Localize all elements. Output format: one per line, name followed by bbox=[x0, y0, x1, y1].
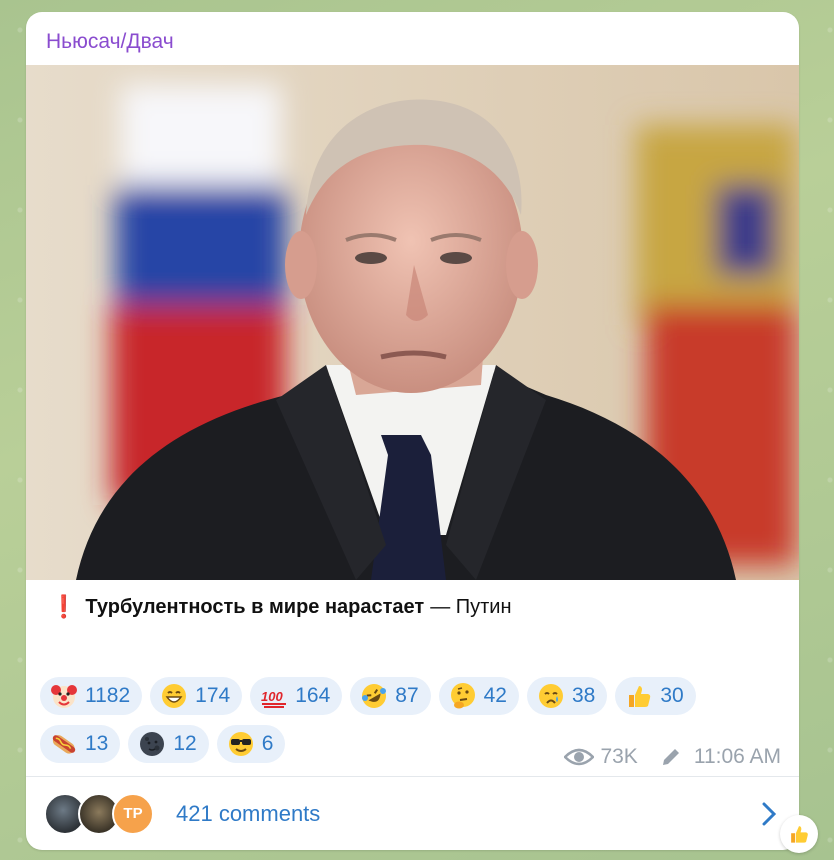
post-photo[interactable] bbox=[26, 65, 799, 580]
reaction-count: 13 bbox=[85, 732, 109, 755]
grin-icon bbox=[162, 684, 187, 708]
svg-text:100: 100 bbox=[261, 689, 283, 704]
reaction-count: 30 bbox=[660, 684, 684, 707]
reaction-count: 1182 bbox=[85, 684, 131, 707]
channel-post: Ньюсач/Двач ❗ Турбулентность в мире нара… bbox=[26, 12, 799, 850]
reaction-count: 174 bbox=[195, 684, 231, 707]
reaction-count: 38 bbox=[571, 684, 596, 707]
comments-label: 421 comments bbox=[176, 800, 321, 826]
thumbs-up-icon bbox=[629, 686, 651, 707]
views-count: 73K bbox=[600, 745, 638, 768]
post-meta: 73K 11:06 AM bbox=[564, 745, 781, 769]
reaction-count: 42 bbox=[483, 684, 507, 707]
reaction-rofl[interactable]: 87 bbox=[350, 677, 431, 715]
hundred-icon: 100 bbox=[261, 689, 287, 708]
reaction-count: 6 bbox=[261, 732, 274, 755]
reaction-clown[interactable]: 1182 bbox=[40, 677, 143, 715]
comments-button[interactable]: TP 421 comments bbox=[26, 777, 799, 850]
hotdog-icon bbox=[52, 735, 76, 754]
avatar: TP bbox=[112, 792, 154, 835]
reaction-cry[interactable]: 38 bbox=[526, 677, 608, 715]
commenter-avatars: TP bbox=[44, 791, 174, 837]
thumbs-up-icon bbox=[791, 826, 808, 843]
post-caption: ❗ Турбулентность в мире нарастает — Пути… bbox=[50, 594, 512, 620]
edited-pencil-icon bbox=[662, 749, 679, 765]
reaction-sunglasses[interactable]: 6 bbox=[216, 725, 286, 763]
thinking-icon bbox=[450, 683, 475, 709]
caption-attribution: — Путин bbox=[430, 595, 512, 618]
reaction-hundred[interactable]: 100 164 bbox=[250, 677, 343, 715]
reaction-hotdog[interactable]: 13 bbox=[40, 725, 121, 763]
chevron-right-icon bbox=[762, 802, 777, 826]
rofl-icon bbox=[362, 684, 387, 708]
quick-reaction-button[interactable] bbox=[780, 815, 818, 853]
reaction-new-moon[interactable]: 12 bbox=[128, 725, 209, 763]
caption-headline: Турбулентность в мире нарастает bbox=[85, 595, 425, 618]
reaction-thinking[interactable]: 42 bbox=[438, 677, 519, 715]
reaction-count: 164 bbox=[295, 684, 331, 707]
sunglasses-icon bbox=[228, 732, 253, 756]
post-time: 11:06 AM bbox=[693, 745, 781, 768]
cry-icon bbox=[538, 684, 563, 708]
views-icon bbox=[564, 748, 595, 766]
reaction-count: 12 bbox=[173, 732, 197, 755]
exclamation-icon: ❗ bbox=[50, 594, 78, 619]
reaction-count: 87 bbox=[395, 684, 419, 707]
new-moon-face-icon bbox=[140, 732, 165, 756]
clown-icon bbox=[51, 685, 77, 708]
reaction-thumbs-up[interactable]: 30 bbox=[615, 677, 696, 715]
reaction-grin[interactable]: 174 bbox=[150, 677, 243, 715]
channel-name[interactable]: Ньюсач/Двач bbox=[46, 30, 174, 54]
